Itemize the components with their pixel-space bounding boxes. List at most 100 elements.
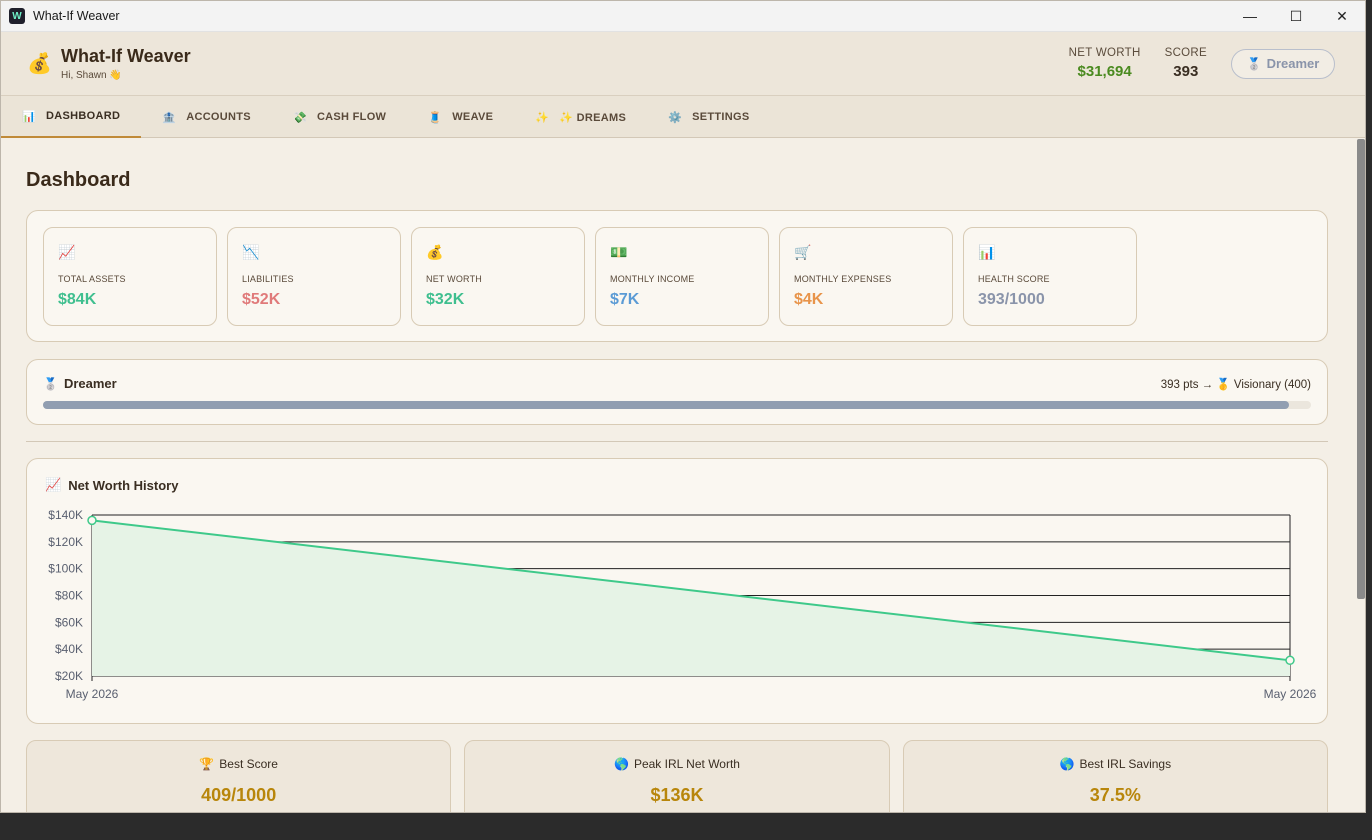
chart-icon: 📊	[22, 110, 36, 123]
y-tick-label: $60K	[55, 615, 83, 629]
best-savings-card: 🌎 Best IRL Savings 37.5%	[902, 740, 1328, 812]
data-point	[1285, 655, 1295, 666]
peak-net-worth-card: 🌎 Peak IRL Net Worth $136K	[464, 740, 890, 812]
net-worth-chart: $140K $120K $100K $80K $60K $40K $20K May 2026 M…	[48, 508, 1317, 701]
tab-accounts[interactable]: 🏦 ACCOUNTS	[141, 96, 272, 138]
score-label: SCORE	[1164, 47, 1207, 59]
kpi-value: 393/1000	[978, 291, 1045, 308]
rank-badge-label: Dreamer	[1266, 56, 1320, 71]
kpi-label: MONTHLY INCOME	[610, 274, 695, 284]
rank-progress-fill	[43, 401, 1289, 409]
window-controls: — ☐ ✕	[1227, 1, 1365, 32]
chart-title-text: Net Worth History	[68, 477, 179, 493]
kpi-value: $52K	[242, 291, 281, 308]
y-tick-label: $40K	[55, 642, 83, 656]
tab-label: ✨ DREAMS	[559, 111, 627, 124]
cash-icon: 💵	[610, 244, 628, 260]
kpi-label: LIABILITIES	[242, 274, 294, 284]
window-title: What-If Weaver	[33, 9, 120, 23]
peak-net-worth-value: $136K	[650, 785, 704, 805]
cart-icon: 🛒	[794, 244, 812, 260]
app-icon: W	[9, 8, 25, 24]
chart-up-icon: 📈	[58, 244, 76, 260]
bar-chart-icon: 📊	[978, 244, 996, 260]
brand: What-If Weaver Hi, Shawn 👋	[61, 46, 191, 81]
sparkles-icon: ✨	[535, 111, 550, 124]
chart-down-icon: 📉	[242, 244, 260, 260]
best-savings-label: Best IRL Savings	[1079, 757, 1172, 771]
y-tick-label: $100K	[48, 562, 83, 576]
best-score-value: 409/1000	[201, 785, 277, 805]
app-name: What-If Weaver	[61, 46, 191, 66]
kpi-label: HEALTH SCORE	[978, 274, 1050, 284]
app-header: 💰 What-If Weaver Hi, Shawn 👋 NET WORTH $…	[1, 32, 1365, 96]
y-tick-label: $120K	[48, 535, 83, 549]
rank-next-level: 393 pts → 🥇 Visionary (400)	[1160, 378, 1311, 391]
main-nav: 📊 DASHBOARD 🏦 ACCOUNTS 💸 CASH FLOW 🧵 WEA…	[1, 96, 1365, 138]
kpi-value: $32K	[426, 291, 465, 308]
tab-label: ACCOUNTS	[186, 111, 251, 123]
tab-label: SETTINGS	[692, 111, 750, 123]
bottom-stats: 🏆 Best Score 409/1000 🌎 Peak IRL Net Worth…	[26, 740, 1328, 812]
x-tick-label: May 2026	[1264, 687, 1317, 701]
kpi-label: MONTHLY EXPENSES	[794, 274, 892, 284]
thread-icon: 🧵	[428, 111, 443, 124]
money-wings-icon: 💸	[292, 111, 307, 124]
tab-dashboard[interactable]: 📊 DASHBOARD	[1, 96, 142, 138]
maximize-button[interactable]: ☐	[1273, 1, 1319, 32]
divider	[26, 441, 1328, 442]
money-bag-icon: 💰	[27, 52, 52, 75]
net-worth-label: NET WORTH	[1068, 47, 1141, 59]
greeting: Hi, Shawn 👋	[61, 70, 122, 81]
kpi-liabilities: 📉 LIABILITIES $52K	[227, 227, 401, 326]
net-worth-value: $31,694	[1077, 63, 1132, 80]
area-fill	[92, 520, 1290, 676]
scrollbar[interactable]	[1357, 139, 1365, 599]
tab-dreams[interactable]: ✨ ✨ DREAMS	[514, 96, 647, 138]
kpi-panel: 📈 TOTAL ASSETS $84K 📉 LIABILITIES $52K 💰…	[26, 210, 1328, 342]
tab-label: WEAVE	[452, 111, 494, 123]
score-value: 393	[1173, 63, 1199, 80]
trophy-icon: 🏆	[199, 757, 215, 771]
kpi-value: $84K	[58, 291, 97, 308]
kpi-health-score: 📊 HEALTH SCORE 393/1000	[963, 227, 1137, 326]
y-tick-label: $80K	[55, 589, 83, 603]
chart-up-icon: 📈	[45, 477, 62, 492]
header-stats: NET WORTH $31,694 SCORE 393 🥈 Dreamer	[1045, 47, 1335, 80]
best-savings-value: 37.5%	[1089, 785, 1141, 805]
data-point	[87, 515, 97, 526]
tab-label: DASHBOARD	[46, 110, 121, 122]
kpi-monthly-expenses: 🛒 MONTHLY EXPENSES $4K	[779, 227, 953, 326]
rank-progress-bar	[43, 401, 1311, 409]
app-window: W What-If Weaver — ☐ ✕ 💰 What-If Weaver …	[0, 0, 1366, 813]
y-tick-label: $20K	[55, 669, 83, 683]
close-button[interactable]: ✕	[1319, 1, 1365, 32]
rank-title: Dreamer	[63, 376, 117, 391]
globe-icon: 🌎	[1059, 757, 1075, 771]
rank-progress-card: 🥈 Dreamer 393 pts → 🥇 Visionary (400)	[26, 359, 1328, 425]
medal-icon: 🥈	[43, 376, 58, 391]
bank-icon: 🏦	[162, 111, 177, 124]
page-title: Dashboard	[26, 169, 131, 191]
kpi-label: TOTAL ASSETS	[58, 274, 126, 284]
kpi-label: NET WORTH	[426, 274, 482, 284]
minimize-button[interactable]: —	[1227, 1, 1273, 32]
gear-icon: ⚙️	[668, 111, 683, 124]
kpi-monthly-income: 💵 MONTHLY INCOME $7K	[595, 227, 769, 326]
tab-weave[interactable]: 🧵 WEAVE	[407, 96, 514, 138]
tab-cash-flow[interactable]: 💸 CASH FLOW	[272, 96, 407, 138]
rank-badge-button[interactable]: 🥈 Dreamer	[1231, 48, 1335, 79]
best-score-card: 🏆 Best Score 409/1000	[26, 740, 452, 812]
x-tick-label: May 2026	[66, 687, 119, 701]
score-stat: SCORE 393	[1165, 47, 1207, 80]
peak-net-worth-label: Peak IRL Net Worth	[633, 757, 740, 771]
kpi-net-worth: 💰 NET WORTH $32K	[411, 227, 585, 326]
money-bag-icon: 💰	[426, 244, 444, 260]
best-score-label: Best Score	[219, 757, 278, 771]
kpi-total-assets: 📈 TOTAL ASSETS $84K	[43, 227, 217, 326]
kpi-value: $4K	[794, 291, 824, 308]
tab-settings[interactable]: ⚙️ SETTINGS	[647, 96, 770, 138]
y-tick-label: $140K	[48, 508, 83, 522]
chart-title: 📈 Net Worth History	[45, 477, 1309, 493]
medal-icon: 🥈	[1246, 56, 1262, 71]
